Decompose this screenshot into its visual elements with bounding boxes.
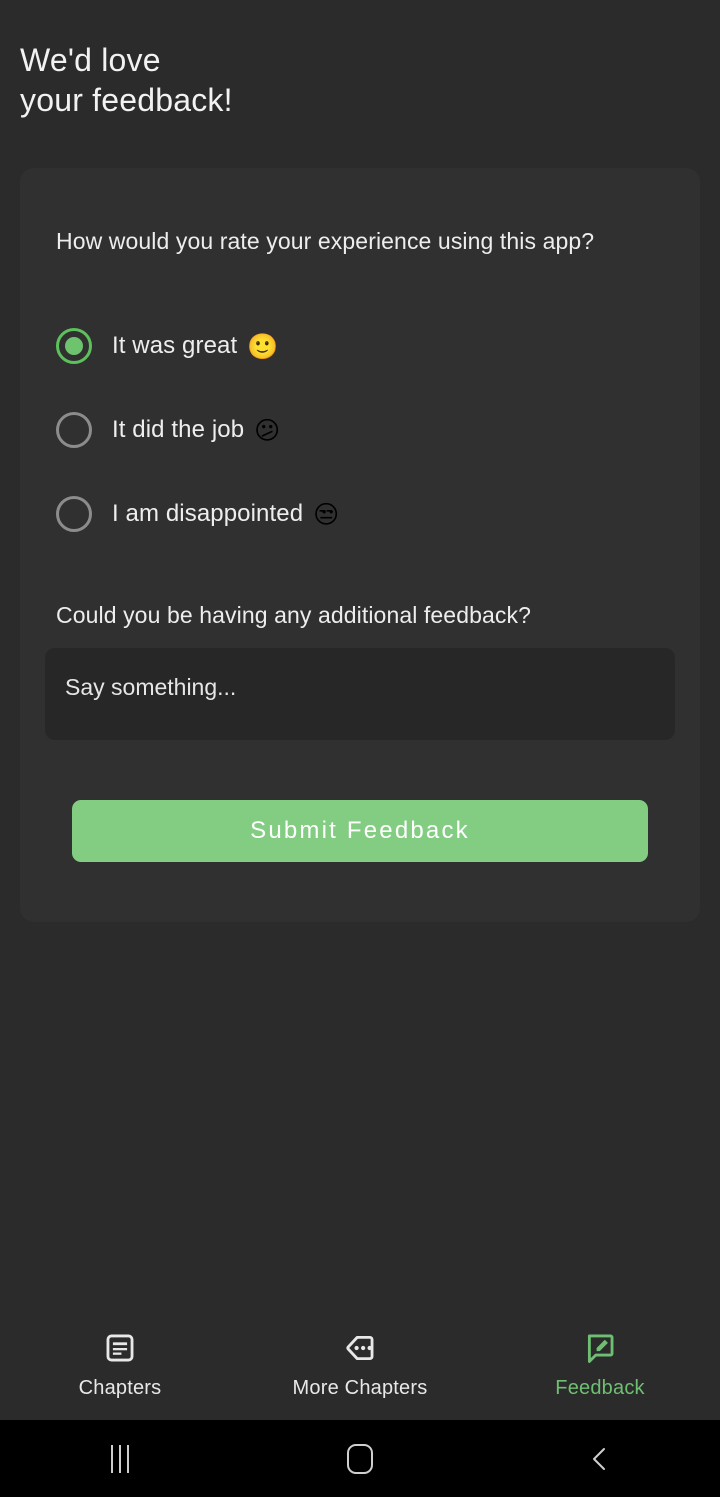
back-button[interactable]	[480, 1420, 720, 1497]
submit-feedback-button[interactable]: Submit Feedback	[72, 800, 648, 862]
rating-option-great[interactable]: It was great 🙂	[56, 316, 676, 376]
back-icon	[593, 1447, 605, 1470]
rating-option-disappointed[interactable]: I am disappointed 😒	[56, 484, 676, 544]
confused-face-emoji-icon: 😕	[254, 415, 281, 445]
feedback-card: How would you rate your experience using…	[20, 168, 700, 922]
feedback-edit-icon	[587, 1334, 614, 1363]
radio-icon-selected[interactable]	[56, 328, 92, 364]
additional-feedback-question-label: Could you be having any additional feedb…	[56, 602, 531, 628]
radio-icon-unselected[interactable]	[56, 496, 92, 532]
tab-more-chapters[interactable]: More Chapters	[240, 1310, 480, 1420]
tab-more-chapters-label: More Chapters	[292, 1376, 428, 1399]
slightly-smiling-face-emoji-icon: 🙂	[247, 331, 279, 361]
article-icon	[106, 1334, 134, 1361]
tag-more-icon	[346, 1335, 374, 1360]
system-navigation-bar	[0, 1420, 720, 1497]
rating-option-great-label: It was great	[112, 332, 238, 359]
page-title: We'd love your feedback!	[20, 40, 620, 120]
recents-icon	[111, 1444, 129, 1473]
unamused-face-emoji-icon: 😒	[313, 499, 340, 529]
additional-feedback-input[interactable]	[45, 648, 675, 740]
rating-option-did-the-job[interactable]: It did the job 😕	[56, 400, 676, 460]
tab-feedback[interactable]: Feedback	[480, 1310, 720, 1420]
home-button[interactable]	[240, 1420, 480, 1497]
home-icon	[347, 1443, 373, 1474]
page-title-line-2: your feedback!	[20, 82, 233, 118]
rating-option-did-the-job-label: It did the job	[112, 416, 245, 443]
tab-chapters-label: Chapters	[78, 1376, 162, 1399]
app-screen: We'd love your feedback! How would you r…	[0, 0, 720, 1420]
radio-icon-unselected[interactable]	[56, 412, 92, 448]
page-title-line-1: We'd love	[20, 42, 161, 78]
rating-question-label: How would you rate your experience using…	[56, 228, 595, 254]
rating-options-group: It was great 🙂 It did the job 😕 I am dis…	[56, 316, 676, 568]
tab-feedback-label: Feedback	[555, 1376, 645, 1399]
recents-button[interactable]	[0, 1420, 240, 1497]
rating-option-disappointed-label: I am disappointed	[112, 500, 304, 527]
tab-chapters[interactable]: Chapters	[0, 1310, 240, 1420]
bottom-navigation-bar: Chapters More Chapters Feedback	[0, 1310, 720, 1420]
